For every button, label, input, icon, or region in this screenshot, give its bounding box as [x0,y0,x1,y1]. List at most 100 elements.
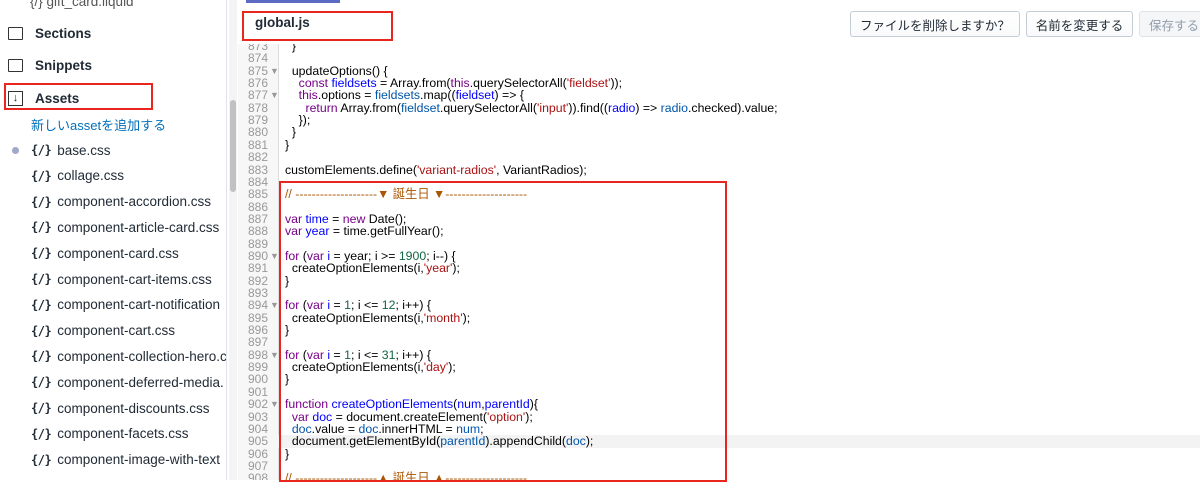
code-line[interactable]: 906} [238,446,1198,461]
code-file-icon: {/} [31,452,52,467]
fold-arrow-icon[interactable]: ▼ [270,349,279,361]
code-line[interactable]: 878 return Array.from(fieldset.querySele… [238,101,1198,114]
code-file-icon: {/} [31,143,52,157]
code-line[interactable]: 885 // --------------------▼ 誕生日 ▼-------… [238,187,1198,202]
line-number: 874 [247,51,268,66]
file-name: collage.css [57,168,124,184]
asset-file-item[interactable]: {/} component-card.css [31,242,179,264]
fold-arrow-icon[interactable]: ▼ [270,398,279,410]
file-item-gift-card[interactable]: {/} gift_card.liquid [30,0,134,12]
section-label: Assets [35,90,80,106]
code-text: } [285,323,290,338]
code-text: // --------------------▲ 誕生日 ▲----------… [285,471,528,480]
code-file-icon: {/} [31,194,52,209]
line-number: 877 [247,88,268,103]
code-line[interactable]: 881} [238,137,1198,152]
asset-file-item[interactable]: {/} component-cart.css [31,320,175,342]
fold-arrow-icon[interactable]: ▼ [270,65,279,77]
asset-file-item[interactable]: {/} component-cart-notification [31,294,220,316]
asset-file-item[interactable]: {/} component-cart-items.css [31,268,212,290]
line-number: 908 [247,471,268,480]
line-number: 902 [247,397,268,412]
folder-icon [8,58,23,72]
folder-open-icon: ↓ [8,90,23,106]
asset-file-item[interactable]: {/} component-facets.css [31,423,189,445]
section-label: Snippets [35,57,93,73]
asset-file-item[interactable]: {/} component-deferred-media. [31,371,224,393]
active-tab-indicator [246,0,340,3]
open-file-title[interactable]: global.js [255,15,310,30]
code-file-icon: {/} [31,323,52,338]
file-name: component-deferred-media. [57,374,224,390]
code-line[interactable]: 896} [238,323,1198,338]
asset-file-item[interactable]: {/} component-image-with-text [31,449,220,471]
add-asset-link[interactable]: 新しいassetを追加する [31,113,166,135]
code-file-icon: {/} [31,297,52,312]
section-label: Sections [35,25,92,41]
line-number: 882 [247,150,268,165]
code-text: } [285,44,296,53]
fold-arrow-icon[interactable]: ▼ [270,250,279,262]
code-text: createOptionElements(i,'month'); [285,310,471,325]
code-text: } [285,273,290,288]
file-name: component-article-card.css [57,219,220,235]
code-line[interactable]: 900} [238,373,1198,386]
file-name: component-facets.css [57,426,189,442]
asset-file-item[interactable]: {/} collage.css [31,165,124,187]
file-name: base.css [57,142,111,158]
section-folder-sections[interactable]: Sections [8,22,91,44]
add-asset-label: 新しいassetを追加する [31,117,167,133]
file-name: component-cart.css [57,323,175,339]
file-sidebar: {/} gift_card.liquid Sections Snippets ↓… [0,0,227,480]
code-line[interactable]: 873 } [238,44,1198,52]
code-line[interactable]: 883 customElements.define('variant-radios… [238,162,1198,177]
rename-button[interactable]: 名前を変更する [1026,11,1133,37]
section-folder-snippets[interactable]: Snippets [8,54,92,76]
sidebar-scrollbar-track[interactable] [229,0,237,480]
line-number: 883 [247,162,268,177]
code-text: var year = time.getFullYear(); [285,224,444,239]
code-line[interactable]: 892} [238,273,1198,288]
code-text: createOptionElements(i,'day'); [285,360,456,375]
code-line[interactable]: 888 var year = time.getFullYear(); [238,224,1198,239]
code-line[interactable]: 880 } [238,126,1198,139]
fold-arrow-icon[interactable]: ▼ [270,299,279,311]
folder-icon [8,26,23,40]
code-text: } [285,446,290,461]
delete-file-button[interactable]: ファイルを削除しますか？ [850,11,1020,37]
file-name: component-cart-notification [57,297,221,313]
line-number: 903 [247,409,268,424]
code-line[interactable]: 908 // --------------------▲ 誕生日 ▲-------… [238,472,1198,480]
fold-arrow-icon[interactable]: ▼ [270,89,279,101]
section-folder-assets[interactable]: ↓ Assets [8,87,79,109]
asset-file-item[interactable]: {/} base.css [31,139,110,161]
code-file-icon: {/} [31,246,52,261]
line-number: 897 [247,335,268,350]
file-name: component-cart-items.css [57,271,212,287]
sidebar-scrollbar-thumb[interactable] [230,100,236,192]
file-name: component-accordion.css [57,194,212,210]
line-number: 894 [247,298,268,313]
code-text: } [285,137,290,152]
file-name: component-collection-hero.c [57,348,227,364]
code-text: customElements.define('variant-radios', … [285,162,587,177]
code-line[interactable]: 905 document.getElementById(parentId).ap… [238,434,1198,449]
code-file-icon: {/} [31,220,52,235]
asset-file-item[interactable]: {/} component-article-card.css [31,216,219,238]
asset-file-item[interactable]: {/} component-collection-hero.c [31,345,227,367]
file-name: component-image-with-text [57,452,221,468]
asset-file-item[interactable]: {/} component-accordion.css [31,191,211,213]
code-file-icon: {/} [31,168,52,183]
code-line[interactable]: 899 createOptionElements(i,'day'); [238,360,1198,375]
line-number: 885 [247,187,268,202]
line-number: 888 [247,224,268,239]
code-line[interactable]: 891 createOptionElements(i,'year'); [238,261,1198,276]
code-line[interactable]: 895 createOptionElements(i,'month'); [238,310,1198,325]
code-line[interactable]: 879 }); [238,114,1198,127]
line-number: 905 [247,434,268,449]
asset-file-item[interactable]: {/} component-discounts.css [31,397,210,419]
code-editor[interactable]: 873 } 874 875 ▼ updateOptions() {876 const … [238,44,1200,480]
code-text: createOptionElements(i,'year'); [285,261,460,276]
code-file-icon: {/} [31,272,52,286]
save-button[interactable]: 保存する [1139,11,1200,37]
